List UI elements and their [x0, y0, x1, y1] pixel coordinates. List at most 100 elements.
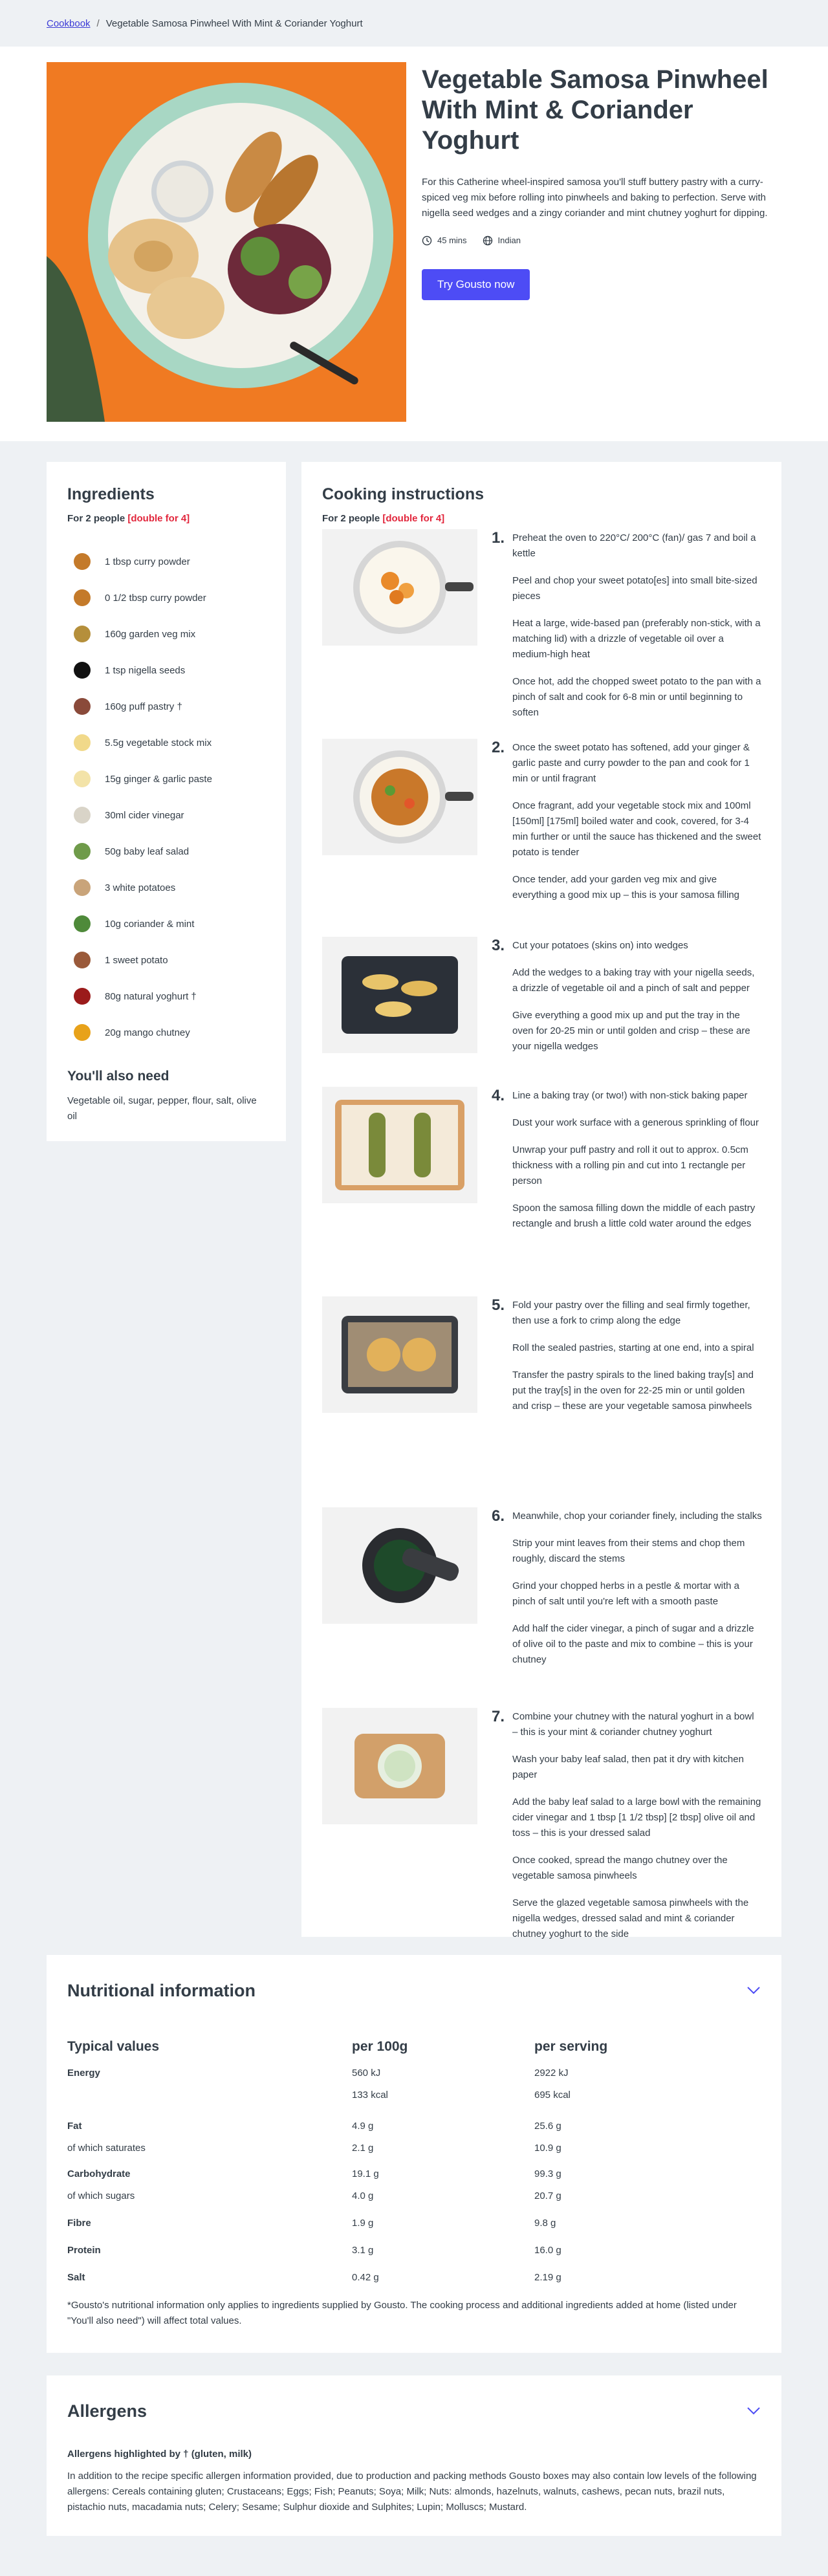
recipe-hero-details: Vegetable Samosa Pinwheel With Mint & Co…	[422, 65, 784, 300]
chevron-down-icon[interactable]	[746, 1986, 761, 1995]
step-paragraph: Strip your mint leaves from their stems …	[512, 1538, 745, 1564]
ingredient-label: 160g puff pastry †	[105, 701, 182, 712]
step-image	[322, 1507, 477, 1624]
nutrition-cell: 19.1 g	[352, 2168, 379, 2179]
ingredient-item: 1 sweet potato	[67, 942, 265, 978]
recipe-hero: Vegetable Samosa Pinwheel With Mint & Co…	[0, 47, 828, 441]
ingredients-serves: For 2 people [double for 4]	[67, 513, 265, 524]
ingredients-list: 1 tbsp curry powder 0 1/2 tbsp curry powd…	[67, 543, 265, 1051]
ingredient-item: 15g ginger & garlic paste	[67, 761, 265, 797]
recipe-main: Ingredients For 2 people [double for 4] …	[0, 441, 828, 2536]
step-paragraph: Combine your chutney with the natural yo…	[512, 1711, 754, 1738]
ingredient-image	[74, 553, 91, 570]
ingredient-label: 80g natural yoghurt †	[105, 990, 197, 1002]
ingredient-item: 160g puff pastry †	[67, 688, 265, 725]
step-image	[322, 529, 477, 646]
step-paragraph: Once tender, add your garden veg mix and…	[512, 874, 740, 901]
nutrition-cell: Salt	[67, 2272, 85, 2283]
ingredient-label: 1 tbsp curry powder	[105, 556, 190, 567]
nutrition-cell: 0.42 g	[352, 2272, 379, 2283]
also-need-text: Vegetable oil, sugar, pepper, flour, sal…	[67, 1095, 257, 1122]
recipe-hero-image	[47, 62, 406, 422]
cooking-serves: For 2 people [double for 4]	[322, 513, 761, 524]
nutrition-note: *Gousto's nutritional information only a…	[67, 2300, 737, 2326]
recipe-photo	[47, 62, 406, 422]
ingredient-image	[74, 843, 91, 860]
double-text: [double for 4]	[382, 513, 445, 524]
step-paragraph: Once cooked, spread the mango chutney ov…	[512, 1855, 728, 1881]
nutrition-cell: 4.0 g	[352, 2190, 374, 2201]
step-image	[322, 1296, 477, 1413]
ingredient-image	[74, 698, 91, 715]
step-text: Preheat the oven to 220°C/ 200°C (fan)/ …	[512, 530, 762, 732]
step-paragraph: Cut your potatoes (skins on) into wedges	[512, 940, 688, 951]
cook-time-value: 45 mins	[437, 235, 467, 246]
recipe-meta: 45 mins Indian	[422, 235, 784, 246]
step-paragraph: Add the wedges to a baking tray with you…	[512, 967, 755, 994]
ingredient-item: 160g garden veg mix	[67, 616, 265, 652]
step-paragraph: Add the baby leaf salad to a large bowl …	[512, 1796, 761, 1839]
step-number: 2.	[492, 739, 505, 756]
ingredient-item: 5.5g vegetable stock mix	[67, 725, 265, 761]
ingredient-label: 1 tsp nigella seeds	[105, 664, 186, 676]
cuisine: Indian	[483, 235, 521, 246]
nutrition-cell: 9.8 g	[534, 2218, 556, 2229]
double-text: [double for 4]	[127, 513, 190, 524]
breadcrumb-cookbook-link[interactable]: Cookbook	[47, 18, 91, 29]
step-text: Line a baking tray (or two!) with non-st…	[512, 1088, 762, 1243]
cuisine-value: Indian	[497, 235, 521, 246]
ingredient-item: 80g natural yoghurt †	[67, 978, 265, 1014]
ingredient-label: 10g coriander & mint	[105, 918, 195, 930]
ingredient-image	[74, 770, 91, 787]
ingredients-card: Ingredients For 2 people [double for 4] …	[47, 462, 286, 1141]
nutrition-cell: 695 kcal	[534, 2090, 571, 2101]
nutrition-cell: 2922 kJ	[534, 2068, 569, 2079]
ingredient-item: 30ml cider vinegar	[67, 797, 265, 833]
step-number: 1.	[492, 529, 505, 547]
ingredient-image	[74, 1024, 91, 1041]
step-text: Combine your chutney with the natural yo…	[512, 1709, 762, 1981]
step-paragraph: Wash your baby leaf salad, then pat it d…	[512, 1754, 744, 1780]
step-image	[322, 1708, 477, 1824]
ingredient-label: 160g garden veg mix	[105, 628, 196, 640]
step-paragraph: Transfer the pastry spirals to the lined…	[512, 1370, 754, 1412]
step-paragraph: Roll the sealed pastries, starting at on…	[512, 1342, 754, 1353]
breadcrumb: Cookbook / Vegetable Samosa Pinwheel Wit…	[0, 0, 828, 47]
breadcrumb-current: Vegetable Samosa Pinwheel With Mint & Co…	[105, 17, 363, 29]
step-image	[322, 937, 477, 1053]
ingredient-label: 0 1/2 tbsp curry powder	[105, 592, 206, 604]
allergens-text: In addition to the recipe specific aller…	[67, 2471, 757, 2513]
ingredient-item: 0 1/2 tbsp curry powder	[67, 580, 265, 616]
ingredient-image	[74, 662, 91, 679]
ingredient-label: 3 white potatoes	[105, 882, 176, 893]
ingredient-image	[74, 734, 91, 751]
step-paragraph: Once hot, add the chopped sweet potato t…	[512, 676, 761, 718]
nutrition-cell: 25.6 g	[534, 2121, 561, 2132]
nutrition-cell: Energy	[67, 2068, 100, 2079]
ingredient-image	[74, 589, 91, 606]
ingredient-item: 20g mango chutney	[67, 1014, 265, 1051]
nutrition-cell: 2.1 g	[352, 2143, 374, 2154]
nutrition-cell: 560 kJ	[352, 2068, 381, 2079]
step-text: Once the sweet potato has softened, add …	[512, 740, 762, 915]
page-title: Vegetable Samosa Pinwheel With Mint & Co…	[422, 65, 768, 155]
ingredient-image	[74, 952, 91, 968]
chevron-down-icon[interactable]	[746, 2407, 761, 2416]
also-need-heading: You'll also need	[67, 1069, 169, 1084]
step-paragraph: Once the sweet potato has softened, add …	[512, 742, 750, 784]
nutrition-col-header: per 100g	[352, 2039, 408, 2054]
step-paragraph: Once fragrant, add your vegetable stock …	[512, 800, 761, 858]
step-paragraph: Add half the cider vinegar, a pinch of s…	[512, 1623, 754, 1665]
try-gousto-button[interactable]: Try Gousto now	[422, 268, 530, 300]
ingredient-label: 15g ginger & garlic paste	[105, 773, 212, 785]
globe-icon	[483, 235, 492, 245]
nutrition-cell: 1.9 g	[352, 2218, 374, 2229]
step-number: 5.	[492, 1296, 505, 1314]
step-paragraph: Peel and chop your sweet potato[es] into…	[512, 575, 757, 602]
nutrition-cell: Fat	[67, 2121, 82, 2132]
step-number: 3.	[492, 937, 505, 954]
nutrition-col-header: per serving	[534, 2039, 608, 2054]
step-image	[322, 1087, 477, 1203]
nutrition-cell: 16.0 g	[534, 2245, 561, 2256]
step-number: 4.	[492, 1087, 505, 1104]
